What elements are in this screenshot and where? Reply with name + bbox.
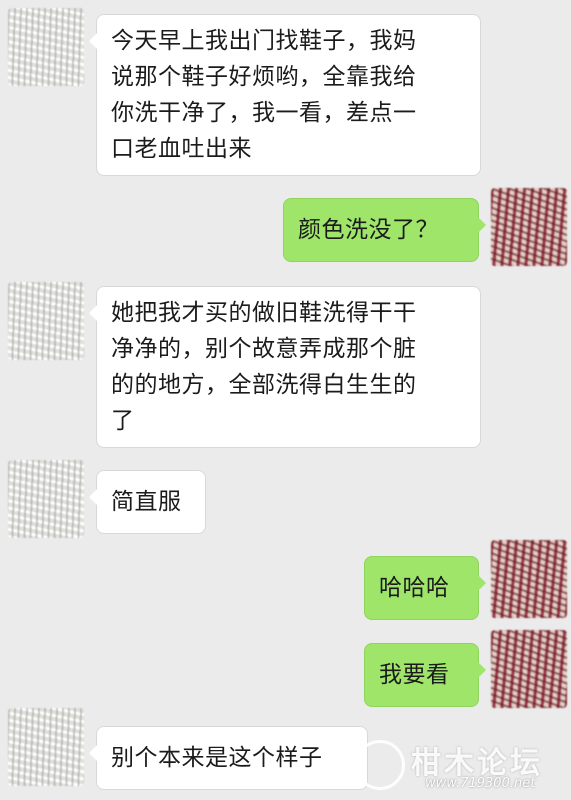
user-avatar[interactable]	[491, 630, 567, 708]
message-text: 简直服	[111, 489, 182, 515]
message-text: 哈哈哈	[379, 575, 450, 601]
message-bubble-outgoing[interactable]: 哈哈哈	[364, 556, 486, 620]
message-bubble-incoming[interactable]: 她把我才买的做旧鞋洗得干干 净净的，别个故意弄成那个脏 的的地方，全部洗得白生生…	[89, 286, 481, 448]
message-text: 颜色洗没了？	[298, 217, 439, 243]
message-bubble-incoming[interactable]: 今天早上我出门找鞋子，我妈 说那个鞋子好烦哟，全靠我给 你洗干净了，我一看，差点…	[89, 14, 481, 176]
message-bubble-incoming[interactable]: 别个本来是这个样子	[89, 726, 368, 790]
contact-avatar[interactable]	[8, 460, 84, 538]
message-bubble-outgoing[interactable]: 颜色洗没了？	[283, 198, 486, 262]
message-text: 别个本来是这个样子	[111, 745, 323, 771]
message-bubble-incoming[interactable]: 简直服	[89, 470, 206, 534]
contact-avatar[interactable]	[8, 708, 84, 786]
forum-watermark: 柑木论坛 www.719300.net	[355, 738, 565, 796]
chat-window: 今天早上我出门找鞋子，我妈 说那个鞋子好烦哟，全靠我给 你洗干净了，我一看，差点…	[0, 0, 571, 800]
message-bubble-outgoing[interactable]: 我要看	[364, 643, 486, 707]
forum-logo-icon	[355, 740, 405, 790]
watermark-url: www.719300.net	[425, 776, 536, 791]
message-text: 她把我才买的做旧鞋洗得干干 净净的，别个故意弄成那个脏 的的地方，全部洗得白生生…	[111, 300, 417, 434]
message-text: 今天早上我出门找鞋子，我妈 说那个鞋子好烦哟，全靠我给 你洗干净了，我一看，差点…	[111, 28, 417, 162]
message-text: 我要看	[379, 662, 450, 688]
user-avatar[interactable]	[491, 188, 567, 266]
contact-avatar[interactable]	[8, 282, 84, 360]
user-avatar[interactable]	[491, 540, 567, 618]
contact-avatar[interactable]	[8, 8, 84, 86]
